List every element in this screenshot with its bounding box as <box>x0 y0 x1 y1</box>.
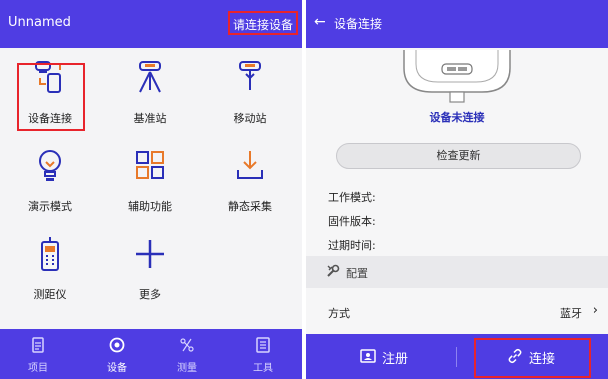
grid-item-static-collect[interactable]: 静态采集 <box>200 136 300 222</box>
device-status: 设备未连接 <box>429 111 485 124</box>
plus-icon <box>136 240 164 268</box>
method-value: 蓝牙 <box>560 307 582 320</box>
nav-tab-project[interactable]: 项目 <box>8 329 68 379</box>
nav-tab-measure[interactable]: 测量 <box>157 329 217 379</box>
connect-button-highlight <box>474 338 591 378</box>
config-section-label: 配置 <box>346 267 368 280</box>
back-arrow-icon[interactable]: ← <box>314 14 326 30</box>
nav-label: 工具 <box>253 363 273 374</box>
register-label: 注册 <box>382 352 409 367</box>
nav-label: 设备 <box>107 363 127 374</box>
id-card-icon <box>360 349 376 363</box>
download-tray-icon <box>237 151 263 179</box>
nav-label: 测量 <box>177 363 197 374</box>
grid-item-base-station[interactable]: 基准站 <box>100 48 200 134</box>
device-connect-panel: ← 设备连接 设备未连接 检查更新 工作模式: 固件版本: 过期时间: 配置 方… <box>306 0 608 379</box>
config-section-header: 配置 <box>306 256 608 288</box>
home-panel: Unnamed 请连接设备 设备连接 基准站 移动站 演示模式 辅助功能 静态采… <box>0 0 302 379</box>
nav-tab-tools[interactable]: 工具 <box>233 329 293 379</box>
bottom-nav: 项目 设备 测量 工具 <box>0 329 302 379</box>
grid-apps-icon <box>136 151 164 179</box>
page-title: 设备连接 <box>334 17 383 31</box>
grid-item-label: 移动站 <box>233 112 267 125</box>
grid-item-assist[interactable]: 辅助功能 <box>100 136 200 222</box>
home-header: Unnamed 请连接设备 <box>0 0 302 48</box>
rangefinder-icon <box>41 237 59 271</box>
base-station-icon <box>139 61 161 93</box>
nav-tab-device[interactable]: 设备 <box>87 329 147 379</box>
connect-device-prompt[interactable]: 请连接设备 <box>227 11 298 35</box>
grid-item-more[interactable]: 更多 <box>100 224 200 310</box>
device-icon <box>109 337 125 353</box>
selected-item-highlight <box>17 63 85 131</box>
measure-icon <box>180 338 194 352</box>
grid-item-label: 静态采集 <box>228 200 272 213</box>
chevron-right-icon: › <box>592 303 598 318</box>
document-icon <box>32 337 44 353</box>
grid-item-label: 演示模式 <box>28 200 72 213</box>
grid-item-rover[interactable]: 移动站 <box>200 48 300 134</box>
device-connect-header: ← 设备连接 <box>306 0 608 48</box>
receiver-device-image <box>403 50 511 103</box>
firmware-version-label: 固件版本: <box>328 215 376 228</box>
rover-icon <box>239 61 261 90</box>
grid-item-rangefinder[interactable]: 测距仪 <box>0 224 100 310</box>
wrench-icon <box>327 264 340 277</box>
nav-label: 项目 <box>28 363 48 374</box>
register-button[interactable]: 注册 <box>346 334 446 379</box>
project-title: Unnamed <box>8 15 71 30</box>
check-update-button[interactable]: 检查更新 <box>336 143 581 169</box>
lightbulb-icon <box>39 150 61 181</box>
grid-item-label: 基准站 <box>133 112 167 125</box>
tool-icon <box>256 337 270 353</box>
bar-divider <box>456 347 457 367</box>
connection-method-row[interactable]: 方式 蓝牙 › <box>306 294 608 328</box>
grid-item-label: 更多 <box>139 288 161 301</box>
method-label: 方式 <box>328 307 350 320</box>
grid-item-demo-mode[interactable]: 演示模式 <box>0 136 100 222</box>
expiry-time-label: 过期时间: <box>328 239 376 252</box>
grid-item-label: 测距仪 <box>33 288 67 301</box>
grid-item-label: 辅助功能 <box>128 200 172 213</box>
work-mode-label: 工作模式: <box>328 191 376 204</box>
